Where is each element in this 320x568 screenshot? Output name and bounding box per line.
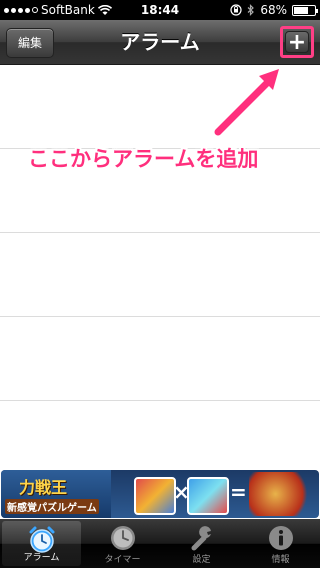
ad-dragon-image <box>249 472 315 516</box>
wrench-icon <box>191 526 211 551</box>
battery-icon <box>292 4 318 16</box>
ad-character-image <box>134 477 176 515</box>
tab-label: 情報 <box>271 555 290 565</box>
info-icon <box>268 526 293 550</box>
status-bar: SoftBank 18:44 68% <box>0 0 320 20</box>
tab-bar: アラーム タイマー 設定 情報 <box>0 519 320 568</box>
status-right: 68% <box>230 0 318 20</box>
tab-label: タイマー <box>104 555 141 565</box>
tab-label: アラーム <box>23 553 60 563</box>
clock-icon <box>110 526 135 550</box>
battery-percent: 68% <box>260 3 287 17</box>
annotation-arrow-icon <box>212 66 282 138</box>
list-row-separator <box>0 232 320 233</box>
add-alarm-button[interactable]: + <box>285 31 309 54</box>
tab-timer[interactable]: タイマー <box>83 519 162 568</box>
ad-banner[interactable]: 力戦王 新感覚パズルゲーム × = <box>1 470 319 518</box>
orientation-lock-icon <box>230 4 242 16</box>
list-row-separator <box>0 400 320 401</box>
ad-equals-symbol: = <box>230 480 247 504</box>
add-alarm-highlight[interactable]: + <box>280 26 314 58</box>
navigation-bar: 編集 アラーム + <box>0 20 320 65</box>
bluetooth-icon <box>247 4 255 16</box>
tab-label: 設定 <box>192 555 211 565</box>
page-title: アラーム <box>120 30 200 54</box>
ad-logo: 力戦王 <box>19 478 68 497</box>
annotation-text: ここからアラームを追加 <box>28 147 259 171</box>
ad-left-panel: 力戦王 新感覚パズルゲーム <box>1 470 111 518</box>
ad-character-image <box>187 477 229 515</box>
tab-settings[interactable]: 設定 <box>162 519 241 568</box>
tab-alarm[interactable]: アラーム <box>2 521 81 566</box>
ad-caption: 新感覚パズルゲーム <box>5 499 99 514</box>
tab-info[interactable]: 情報 <box>241 519 320 568</box>
list-row-separator <box>0 316 320 317</box>
